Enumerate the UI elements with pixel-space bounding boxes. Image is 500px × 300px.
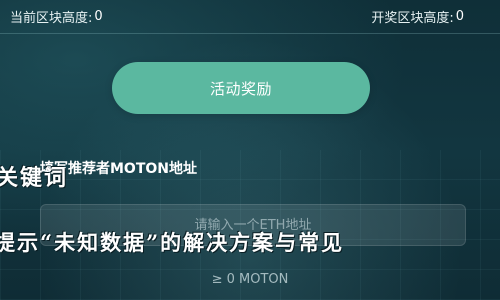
reward-block-height: 开奖区块高度: 0 xyxy=(371,7,464,26)
overlay-keyword: 关键词 xyxy=(0,165,69,191)
activity-reward-button[interactable]: 活动奖励 xyxy=(112,62,370,114)
reward-block-height-value: 0 xyxy=(455,9,464,24)
divider xyxy=(0,33,500,34)
current-block-height-value: 0 xyxy=(94,9,103,24)
reward-block-height-label: 开奖区块高度: xyxy=(371,11,454,26)
min-moton-hint: ≥ 0 MOTON xyxy=(211,272,289,287)
current-block-height-label: 当前区块高度: xyxy=(10,11,93,26)
current-block-height: 当前区块高度: 0 xyxy=(10,7,103,26)
overlay-headline: 提示“未知数据”的解决方案与常见 xyxy=(0,230,345,255)
